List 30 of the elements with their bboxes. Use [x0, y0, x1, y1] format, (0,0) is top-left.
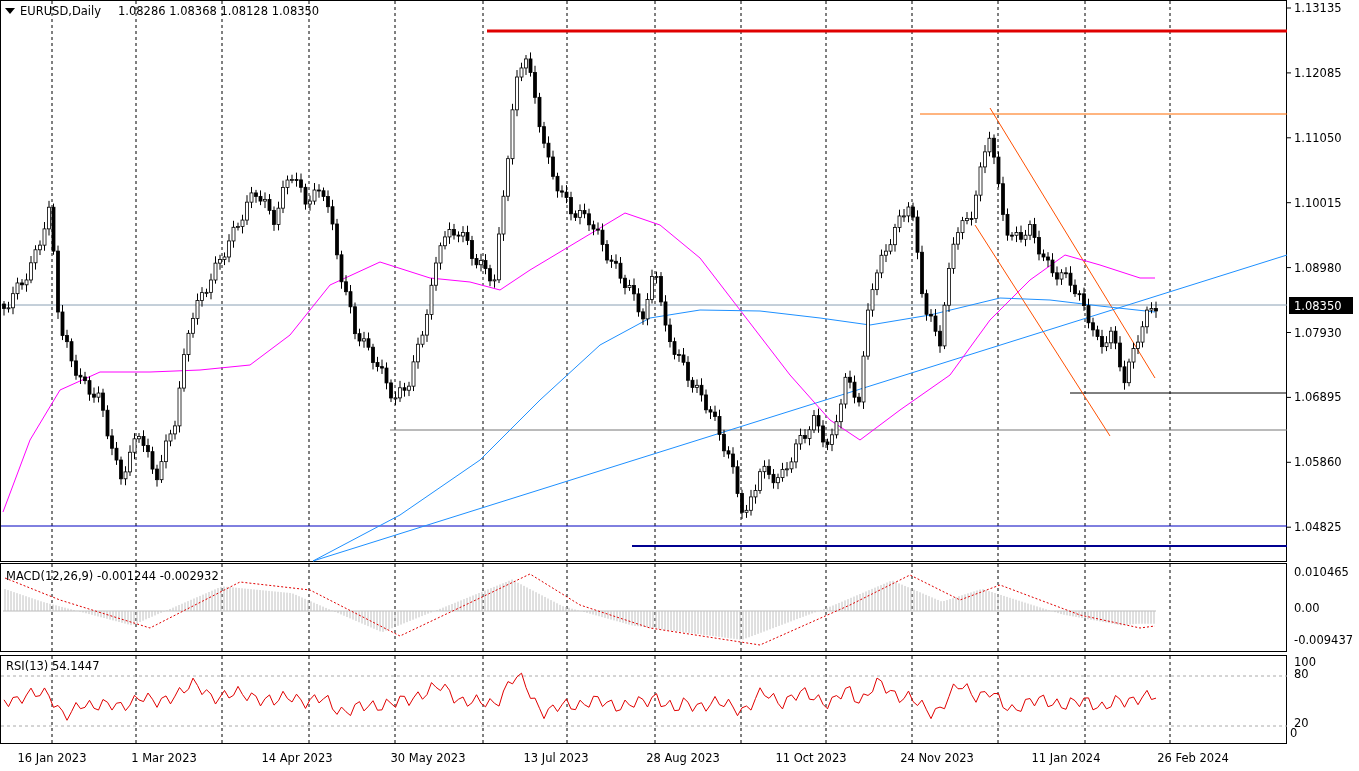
price-axis-label: 1.07930	[1294, 325, 1342, 340]
symbol-label: EURUSD,Daily	[20, 4, 101, 18]
date-axis-label: 11 Oct 2023	[775, 751, 847, 765]
date-axis-label: 14 Apr 2023	[261, 751, 333, 765]
macd-axis-label: -0.009437	[1294, 633, 1354, 647]
rsi-axis-label: 100	[1294, 655, 1316, 669]
date-axis-label: 30 May 2023	[390, 751, 466, 765]
macd-label: MACD(12,26,9) -0.001244 -0.002932	[6, 569, 219, 583]
rsi-axis-label: 80	[1294, 667, 1309, 681]
price-axis-label: 1.10015	[1294, 195, 1342, 210]
date-axis-label: 24 Nov 2023	[900, 751, 974, 765]
date-axis-label: 26 Feb 2024	[1157, 751, 1229, 765]
price-axis-label: 1.05860	[1294, 455, 1342, 470]
price-axis-label: 1.12085	[1294, 65, 1342, 80]
macd-axis-label: 0.010465	[1294, 565, 1349, 579]
price-axis-label: 1.11050	[1294, 130, 1342, 145]
price-axis-label: 1.04825	[1294, 520, 1342, 535]
current-price-badge: 1.08350	[1289, 297, 1353, 314]
dropdown-triangle-icon	[5, 8, 15, 14]
date-axis-label: 16 Jan 2023	[17, 751, 87, 765]
rsi-label: RSI(13) 54.1447	[6, 659, 100, 673]
date-axis-label: 28 Aug 2023	[646, 751, 720, 765]
macd-axis-label: 0.00	[1294, 601, 1320, 615]
date-axis-label: 13 Jul 2023	[523, 751, 589, 765]
price-axis-label: 1.06895	[1294, 390, 1342, 405]
date-axis-label: 1 Mar 2023	[131, 751, 197, 765]
price-axis-label: 1.08980	[1294, 260, 1342, 275]
price-axis-label: 1.13135	[1294, 1, 1342, 15]
ohlc-values: 1.08286 1.08368 1.08128 1.08350	[118, 4, 320, 18]
date-axis-label: 11 Jan 2024	[1031, 751, 1101, 765]
